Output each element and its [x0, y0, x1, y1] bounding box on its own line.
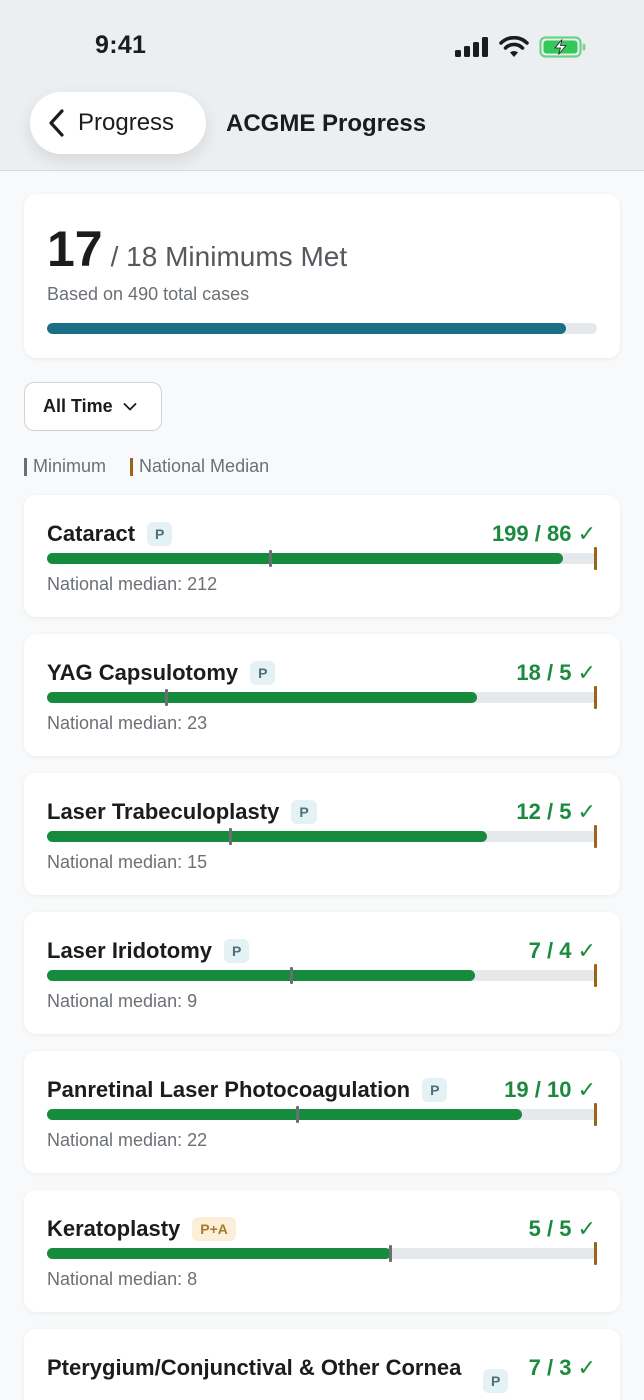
procedure-count: 12 / 5 ✓ — [516, 799, 596, 824]
median-tick — [594, 964, 597, 987]
procedure-name: Cataract P — [47, 521, 173, 547]
minimum-marker-icon — [24, 457, 27, 476]
time-filter-label: All Time — [43, 396, 113, 416]
procedure-name: YAG Capsulotomy P — [47, 660, 276, 686]
minimum-tick — [295, 1106, 299, 1123]
procedure-count: 7 / 4 ✓ — [528, 938, 596, 963]
page-title: ACGME Progress — [226, 110, 427, 137]
procedure-count: 18 / 5 ✓ — [516, 660, 596, 685]
procedure-title: YAG Capsulotomy — [47, 660, 239, 685]
wifi-icon — [499, 36, 529, 57]
procedure-type-badge: P — [483, 1369, 509, 1393]
procedure-progress-bar — [47, 964, 597, 987]
median-tick — [594, 547, 597, 570]
legend-median-label: National Median — [139, 456, 270, 476]
procedure-title: Laser Iridotomy — [47, 938, 213, 963]
procedure-title: Pterygium/Conjunctival & Other Cornea — [47, 1355, 462, 1380]
summary-progress-bar — [47, 323, 597, 334]
procedure-type-badge: P — [147, 522, 173, 546]
procedure-type-badge: P+A — [192, 1217, 236, 1241]
procedure-progress-fill — [47, 831, 487, 842]
procedure-name: Laser Iridotomy P — [47, 938, 250, 964]
procedure-count: 7 / 3 ✓ — [528, 1355, 596, 1380]
minimum-tick — [268, 550, 272, 567]
procedure-progress-bar — [47, 825, 597, 848]
minimums-met-label: / 18 Minimums Met — [110, 241, 348, 272]
procedure-name: Pterygium/Conjunctival & Other Cornea — [47, 1355, 497, 1381]
procedure-progress-fill — [47, 553, 564, 564]
national-median-text: National median: 8 — [47, 1269, 198, 1289]
procedure-progress-bar — [47, 686, 597, 709]
status-time: 9:41 — [95, 31, 147, 59]
minimum-tick — [165, 689, 169, 706]
procedure-type-badge: P — [250, 661, 276, 685]
median-tick — [594, 686, 597, 709]
procedure-progress-fill — [47, 970, 475, 981]
procedure-progress-bar — [47, 1242, 597, 1265]
procedure-progress-fill — [47, 692, 478, 703]
median-marker-icon — [130, 457, 134, 476]
procedure-type-badge: P — [291, 800, 317, 824]
national-median-text: National median: 22 — [47, 1130, 208, 1150]
procedure-title: Keratoplasty — [47, 1216, 181, 1241]
procedure-progress-fill — [47, 1109, 522, 1120]
national-median-text: National median: 23 — [47, 713, 208, 733]
minimum-tick — [289, 967, 293, 984]
legend-minimum: Minimum — [24, 456, 106, 477]
procedure-type-badge: P — [422, 1078, 448, 1102]
procedure-count: 5 / 5 ✓ — [528, 1216, 596, 1241]
procedure-count: 19 / 10 ✓ — [504, 1077, 596, 1102]
back-button-label: Progress — [78, 109, 175, 136]
procedure-progress-fill — [47, 1248, 391, 1259]
procedure-title: Panretinal Laser Photocoagulation — [47, 1077, 411, 1102]
status-icons — [455, 34, 587, 60]
top-bar: 9:41 Progress ACGME Progress — [0, 0, 644, 171]
procedure-name: Laser Trabeculoplasty P — [47, 799, 317, 825]
battery-charging-icon — [539, 36, 586, 58]
national-median-text: National median: 9 — [47, 991, 198, 1011]
procedure-progress-bar — [47, 1103, 597, 1126]
procedure-title: Laser Trabeculoplasty — [47, 799, 280, 824]
procedure-card[interactable]: Laser Trabeculoplasty P 12 / 5 ✓ Nationa… — [24, 773, 620, 895]
national-median-text: National median: 15 — [47, 852, 208, 872]
back-button[interactable]: Progress — [30, 92, 206, 154]
minimum-tick — [389, 1245, 393, 1262]
time-filter-dropdown[interactable]: All Time — [24, 382, 162, 431]
procedure-card[interactable]: Keratoplasty P+A 5 / 5 ✓ National median… — [24, 1190, 620, 1312]
procedure-count: 199 / 86 ✓ — [491, 521, 596, 546]
procedure-card[interactable]: Laser Iridotomy P 7 / 4 ✓ National media… — [24, 912, 620, 1034]
procedure-name: Panretinal Laser Photocoagulation P — [47, 1077, 448, 1103]
cellular-signal-icon — [455, 37, 488, 57]
legend-median: National Median — [130, 456, 269, 477]
legend-minimum-label: Minimum — [33, 456, 107, 476]
median-tick — [594, 1242, 597, 1265]
legend: Minimum National Median — [24, 456, 293, 477]
summary-card: 17 / 18 Minimums Met Based on 490 total … — [24, 194, 620, 358]
procedure-card[interactable]: Panretinal Laser Photocoagulation P 19 /… — [24, 1051, 620, 1173]
chevron-left-icon — [49, 109, 64, 137]
minimum-tick — [228, 828, 232, 845]
median-tick — [594, 825, 597, 848]
summary-subtitle: Based on 490 total cases — [47, 284, 250, 304]
procedure-title: Cataract — [47, 521, 136, 546]
median-tick — [594, 1103, 597, 1126]
procedure-card[interactable]: Pterygium/Conjunctival & Other Cornea P … — [24, 1329, 620, 1400]
minimums-met-count: 17 — [47, 221, 103, 277]
national-median-text: National median: 212 — [47, 574, 218, 594]
procedure-card[interactable]: Cataract P 199 / 86 ✓ National median: 2… — [24, 495, 620, 617]
procedure-type-badge: P — [224, 939, 250, 963]
chevron-down-icon — [123, 402, 137, 410]
procedure-progress-bar — [47, 547, 597, 570]
procedure-card[interactable]: YAG Capsulotomy P 18 / 5 ✓ National medi… — [24, 634, 620, 756]
procedure-name: Keratoplasty P+A — [47, 1216, 236, 1242]
summary-headline: 17 / 18 Minimums Met — [47, 220, 347, 278]
summary-progress-fill — [47, 323, 567, 334]
